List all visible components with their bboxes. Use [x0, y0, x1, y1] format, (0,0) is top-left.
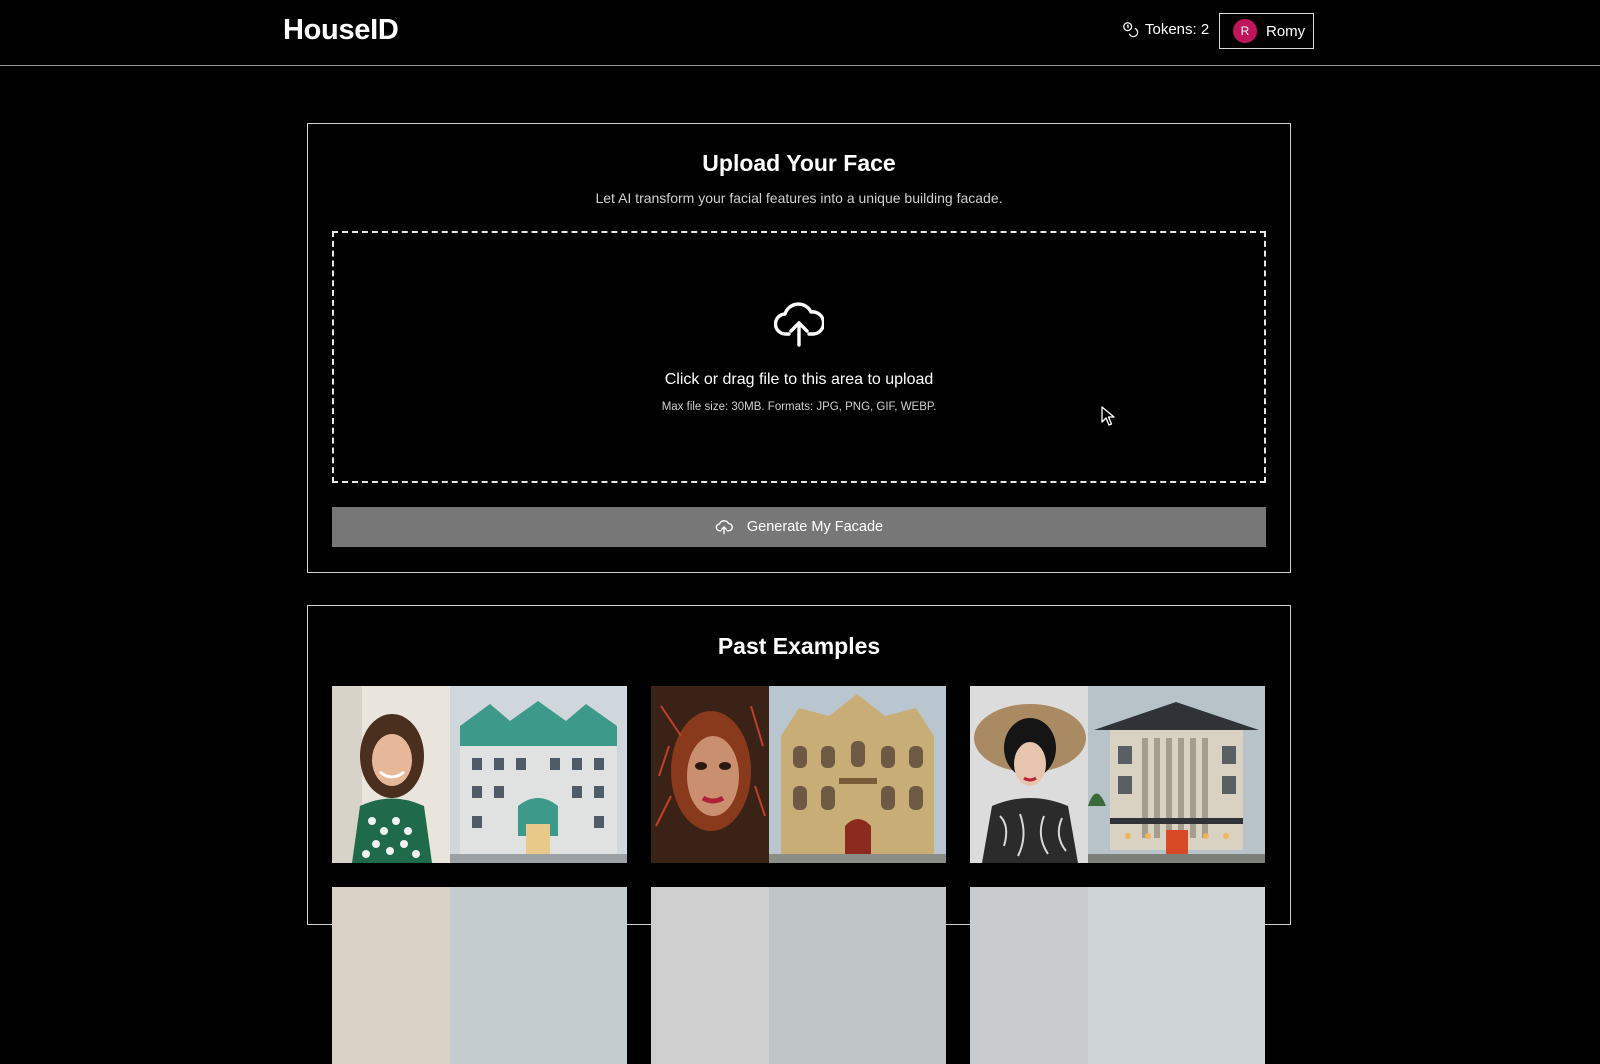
brand-logo[interactable]: HouseID — [283, 14, 399, 47]
tokens-indicator: Tokens: 2 — [1122, 21, 1209, 38]
face-photo — [651, 887, 769, 1064]
face-photo — [651, 686, 769, 863]
dropzone-instruction: Click or drag file to this area to uploa… — [664, 371, 934, 388]
facade-image — [1088, 686, 1265, 863]
upload-subtitle: Let AI transform your facial features in… — [595, 190, 1003, 206]
example-card[interactable] — [651, 887, 946, 1064]
past-examples-card: Past Examples — [307, 605, 1291, 1064]
upload-dropzone[interactable]: Click or drag file to this area to uploa… — [332, 231, 1266, 483]
avatar: R — [1233, 19, 1257, 43]
example-card[interactable] — [332, 887, 627, 1064]
facade-image — [1088, 887, 1265, 1064]
example-card[interactable] — [970, 686, 1265, 863]
user-menu-button[interactable]: R Romy — [1219, 13, 1314, 49]
facade-image — [769, 686, 946, 863]
face-photo — [970, 887, 1088, 1064]
examples-grid — [332, 686, 1266, 1064]
user-name: Romy — [1266, 22, 1306, 40]
facade-image — [450, 686, 627, 863]
example-card[interactable] — [970, 887, 1265, 1064]
example-card[interactable] — [332, 686, 627, 863]
cloud-upload-icon — [774, 302, 824, 347]
upload-title: Upload Your Face — [702, 150, 896, 176]
facade-image — [450, 887, 627, 1064]
generate-facade-button[interactable]: Generate My Facade — [332, 507, 1266, 547]
face-photo — [332, 686, 450, 863]
examples-title: Past Examples — [717, 633, 881, 659]
top-bar: HouseID Tokens: 2 R Romy — [0, 0, 1600, 66]
cloud-upload-icon — [715, 520, 733, 535]
mouse-pointer-icon — [1101, 406, 1115, 426]
dropzone-file-hint: Max file size: 30MB. Formats: JPG, PNG, … — [661, 401, 937, 413]
coins-icon — [1123, 22, 1139, 38]
facade-image — [769, 887, 946, 1064]
upload-card: Upload Your Face Let AI transform your f… — [307, 123, 1291, 573]
face-photo — [970, 686, 1088, 863]
generate-button-label: Generate My Facade — [746, 519, 884, 535]
tokens-label: Tokens: 2 — [1145, 21, 1210, 38]
example-card[interactable] — [651, 686, 946, 863]
face-photo — [332, 887, 450, 1064]
